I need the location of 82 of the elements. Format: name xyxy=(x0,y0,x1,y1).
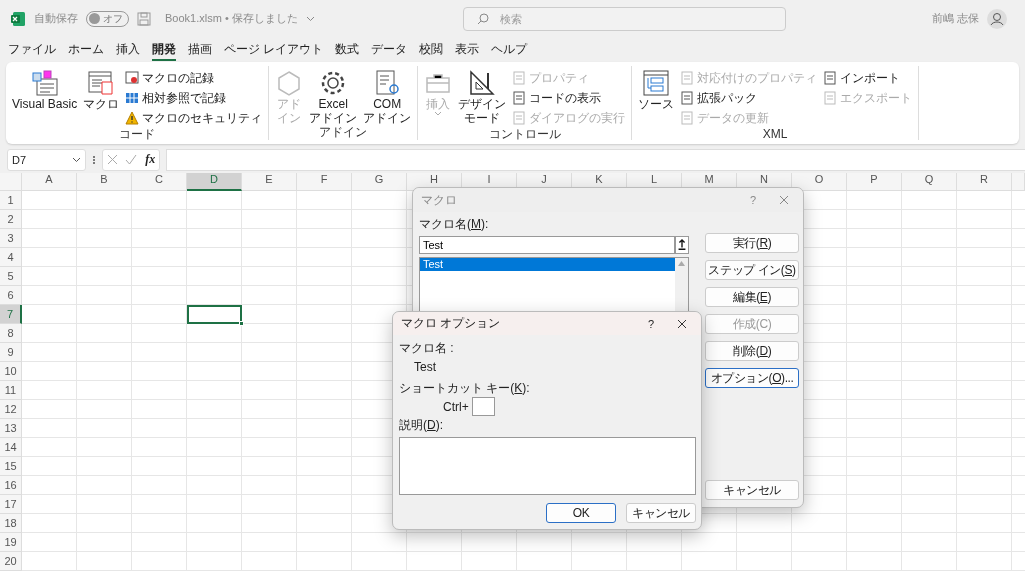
user-name: 前嶋 志保 xyxy=(931,11,979,26)
field-label: 説明(D): xyxy=(399,417,444,434)
dialog-title: マクロ xyxy=(421,191,457,209)
help-button[interactable]: ? xyxy=(637,317,665,330)
ok-button[interactable]: OK xyxy=(546,503,616,523)
ribbon-tab[interactable]: ページ レイアウト xyxy=(224,38,324,61)
dialog-button[interactable]: 削除(D) xyxy=(705,341,799,361)
column-header[interactable]: E xyxy=(242,173,297,191)
search-field[interactable]: 検索 xyxy=(462,6,786,31)
group-label: XML xyxy=(762,127,788,142)
ribbon-tab[interactable]: ホーム xyxy=(68,38,104,61)
ribbon-tab[interactable]: 表示 xyxy=(455,38,480,61)
ribbon-button[interactable]: ソース xyxy=(638,68,675,127)
row-header[interactable]: 18 xyxy=(0,514,22,533)
row-header[interactable]: 20 xyxy=(0,552,22,571)
group-label: コード xyxy=(119,127,156,142)
row-header[interactable]: 17 xyxy=(0,495,22,514)
ribbon-tab[interactable]: 校閲 xyxy=(419,38,444,61)
row-header[interactable]: 3 xyxy=(0,229,22,248)
ribbon-tab[interactable]: 挿入 xyxy=(116,38,140,61)
column-header[interactable]: Q xyxy=(902,173,957,191)
ribbon-tab[interactable]: データ xyxy=(371,38,408,61)
dialog-button[interactable]: オプション(O)... xyxy=(705,368,799,388)
ribbon-button[interactable]: マクロ xyxy=(83,68,120,127)
column-header[interactable]: G xyxy=(352,173,407,191)
column-header[interactable]: B xyxy=(77,173,132,191)
row-header[interactable]: 2 xyxy=(0,210,22,229)
row-header[interactable]: 16 xyxy=(0,476,22,495)
ctrl-label: Ctrl+ xyxy=(443,399,469,414)
ribbon-button[interactable]: マクロのセキュリティ xyxy=(125,109,263,127)
row-header[interactable]: 14 xyxy=(0,438,22,457)
group-label: アドイン xyxy=(319,125,368,140)
column-header[interactable]: O xyxy=(792,173,847,191)
dialog-title: マクロ オプション xyxy=(401,315,501,332)
column-header[interactable]: P xyxy=(847,173,902,191)
ribbon-button[interactable]: インポート xyxy=(823,69,913,87)
ribbon-button[interactable]: Excel アドイン xyxy=(309,68,358,125)
ribbon-button[interactable]: デザイン モード xyxy=(458,68,507,127)
field-label: ショートカット キー(K): xyxy=(399,380,531,397)
autosave-label: 自動保存 xyxy=(34,11,78,26)
name-box[interactable]: D7 xyxy=(7,148,86,171)
row-header[interactable]: 15 xyxy=(0,457,22,476)
ribbon-tab[interactable]: 開発 xyxy=(152,38,176,61)
dialog-button[interactable]: 編集(E) xyxy=(705,287,799,307)
row-header[interactable]: 11 xyxy=(0,381,22,400)
ribbon-button[interactable]: コードの表示 xyxy=(512,89,626,107)
row-header[interactable]: 19 xyxy=(0,533,22,552)
ribbon-button[interactable]: COM アドイン xyxy=(363,68,412,125)
macro-list-item[interactable]: Test xyxy=(420,258,675,271)
row-header[interactable]: 5 xyxy=(0,267,22,286)
column-header[interactable]: F xyxy=(297,173,352,191)
group-label: コントロール xyxy=(488,127,561,142)
field-label: マクロ名(M): xyxy=(419,216,490,233)
column-header[interactable]: D xyxy=(187,173,242,191)
column-header[interactable]: C xyxy=(132,173,187,191)
macro-name-field[interactable]: Test xyxy=(419,236,675,254)
column-header[interactable]: R xyxy=(957,173,1012,191)
dialog-button[interactable]: ステップ イン(S) xyxy=(705,260,799,280)
dialog-button[interactable]: 実行(R) xyxy=(705,233,799,253)
ribbon-tab[interactable]: ヘルプ xyxy=(491,38,528,61)
row-header[interactable]: 9 xyxy=(0,343,22,362)
row-header[interactable]: 8 xyxy=(0,324,22,343)
ribbon-tab[interactable]: 描画 xyxy=(188,38,212,61)
ribbon-button[interactable]: Visual Basic xyxy=(12,68,78,127)
cancel-button[interactable]: キャンセル xyxy=(705,480,799,500)
ribbon-button[interactable]: マクロの記録 xyxy=(125,69,263,87)
row-header[interactable]: 6 xyxy=(0,286,22,305)
ribbon-tab[interactable]: ファイル xyxy=(8,38,56,61)
column-header[interactable]: A xyxy=(22,173,77,191)
row-header[interactable]: 10 xyxy=(0,362,22,381)
row-header[interactable]: 12 xyxy=(0,400,22,419)
row-header[interactable]: 1 xyxy=(0,191,22,210)
field-label: マクロ名 : xyxy=(399,340,455,357)
ribbon-button[interactable]: 相対参照で記録 xyxy=(125,89,263,107)
macro-name: Test xyxy=(413,360,437,374)
cancel-button[interactable]: キャンセル xyxy=(626,503,696,523)
ribbon-tab[interactable]: 数式 xyxy=(335,38,360,61)
row-header[interactable]: 13 xyxy=(0,419,22,438)
row-header[interactable]: 7 xyxy=(0,305,22,324)
ribbon-button[interactable]: 拡張パック xyxy=(680,89,818,107)
row-header[interactable]: 4 xyxy=(0,248,22,267)
insert-function-button[interactable]: fx xyxy=(145,152,156,167)
